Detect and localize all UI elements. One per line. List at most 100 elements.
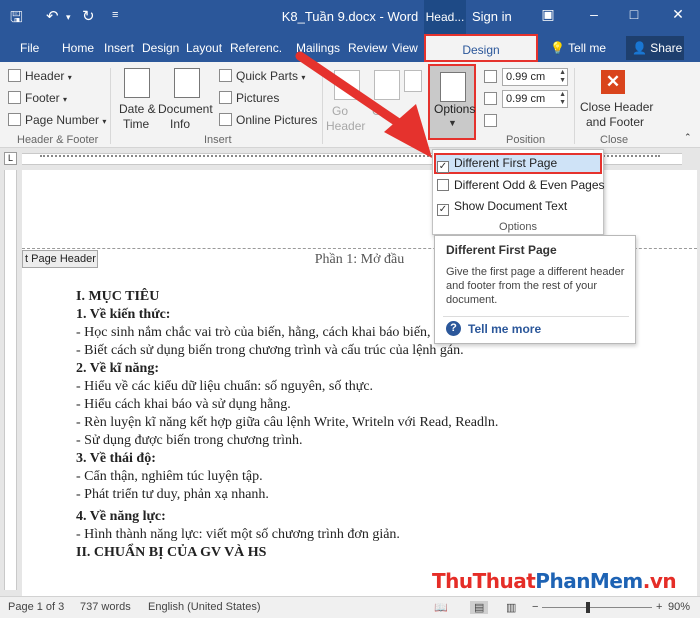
- language-indicator[interactable]: English (United States): [148, 601, 261, 613]
- pictures-button[interactable]: Pictures: [219, 91, 279, 105]
- group-divider: [574, 68, 575, 144]
- tab-home[interactable]: Home: [62, 41, 94, 55]
- footer-position-value: 0.99 cm: [506, 93, 546, 105]
- vertical-ruler[interactable]: [4, 170, 17, 590]
- document-line: - Hiểu cách khai báo và sử dụng hằng.: [76, 397, 291, 412]
- tab-mailings[interactable]: Mailings: [296, 41, 340, 55]
- different-odd-even-option[interactable]: Different Odd & Even Pages: [437, 178, 605, 192]
- footer-button[interactable]: Footer ▾: [8, 91, 67, 105]
- link-to-previous-icon[interactable]: [404, 70, 422, 92]
- options-button[interactable]: Options ▼: [428, 64, 476, 140]
- close-window-icon[interactable]: ✕: [668, 6, 688, 23]
- date-time-label-2: Time: [123, 117, 150, 131]
- help-icon[interactable]: ?: [446, 321, 461, 336]
- chevron-down-icon: ▾: [63, 95, 68, 104]
- options-group-label: Options: [499, 221, 537, 233]
- option-label: Show Document Text: [454, 199, 568, 213]
- share-label: Share: [650, 41, 683, 55]
- spinner-arrows-icon[interactable]: ▲ ▼: [559, 69, 566, 85]
- group-label-close: Close: [600, 134, 629, 146]
- tab-view[interactable]: View: [392, 41, 418, 55]
- document-line: 3. Về thái độ:: [76, 451, 156, 466]
- zoom-slider[interactable]: [542, 607, 652, 608]
- customize-toolbar-icon[interactable]: ≡: [112, 9, 118, 21]
- tab-design[interactable]: Design: [142, 41, 179, 55]
- document-line: - Rèn luyện kĩ năng kết hợp giữa câu lện…: [76, 415, 499, 430]
- ribbon-display-icon[interactable]: ▣: [538, 6, 558, 23]
- page-number-label: Page Number: [25, 113, 100, 127]
- group-label-insert: Insert: [204, 134, 232, 146]
- redo-icon[interactable]: ↻: [82, 7, 95, 25]
- tab-insert[interactable]: Insert: [104, 41, 134, 55]
- checkbox-icon[interactable]: ✓: [437, 204, 449, 216]
- document-info-label-1: Document: [158, 102, 213, 116]
- undo-dropdown-icon[interactable]: ▾: [66, 12, 71, 23]
- zoom-slider-thumb[interactable]: [586, 602, 590, 613]
- page-count[interactable]: Page 1 of 3: [8, 601, 64, 613]
- document-info-label-2: Info: [170, 117, 191, 131]
- go-to-label-2: Header: [326, 119, 366, 133]
- option-label: Different Odd & Even Pages: [454, 178, 605, 192]
- tab-header-footer-design[interactable]: Design: [424, 34, 538, 62]
- tab-layout[interactable]: Layout: [186, 41, 222, 55]
- online-pictures-label: Online Pictures: [236, 113, 318, 127]
- zoom-out-icon[interactable]: −: [532, 601, 538, 613]
- web-layout-icon[interactable]: ▥: [506, 601, 516, 614]
- header-icon: [8, 69, 21, 82]
- undo-icon[interactable]: ↶: [46, 7, 59, 25]
- checkbox-icon[interactable]: ✓: [437, 161, 449, 173]
- maximize-icon[interactable]: □: [624, 6, 644, 22]
- save-icon[interactable]: 🖫: [10, 7, 23, 32]
- group-divider: [110, 68, 111, 144]
- page-number-button[interactable]: Page Number ▾: [8, 113, 106, 127]
- online-pictures-button[interactable]: Online Pictures: [219, 113, 317, 127]
- go-to-footer-icon: [374, 70, 400, 100]
- quick-parts-button[interactable]: Quick Parts ▾: [219, 69, 305, 83]
- document-line: 4. Về năng lực:: [76, 509, 166, 524]
- chevron-down-icon: ▾: [102, 117, 107, 126]
- show-document-text-option[interactable]: ✓ Show Document Text: [437, 199, 567, 216]
- footer-position-input[interactable]: 0.99 cm ▲ ▼: [502, 90, 568, 108]
- print-layout-icon[interactable]: ▤: [470, 601, 489, 614]
- go-to-footer-button[interactable]: G: [370, 66, 400, 132]
- tab-review[interactable]: Review: [348, 41, 387, 55]
- document-info-button[interactable]: Document Info: [158, 66, 214, 132]
- tab-references[interactable]: Referenc...: [230, 41, 282, 55]
- quick-parts-label: Quick Parts: [236, 69, 299, 83]
- header-footer-tools-tab[interactable]: Head...: [424, 0, 466, 34]
- header-label: Header: [25, 69, 65, 83]
- insert-alignment-tab-icon[interactable]: [484, 114, 497, 127]
- go-to-label-3: G: [372, 104, 382, 118]
- pictures-icon: [219, 91, 232, 104]
- group-divider: [322, 68, 323, 144]
- zoom-level[interactable]: 90%: [668, 601, 690, 613]
- close-header-footer-button[interactable]: ✕ Close Header and Footer: [578, 64, 654, 132]
- share-button[interactable]: 👤 Share: [626, 36, 684, 60]
- zoom-in-icon[interactable]: +: [656, 601, 662, 613]
- different-first-page-option[interactable]: ✓ Different First Page: [437, 156, 557, 173]
- header-position-value: 0.99 cm: [506, 71, 546, 83]
- sign-in-link[interactable]: Sign in: [472, 9, 512, 24]
- close-header-label-1: Close Header: [580, 100, 654, 114]
- word-count[interactable]: 737 words: [80, 601, 131, 613]
- tab-selector-icon[interactable]: L: [4, 152, 17, 165]
- calendar-icon: [124, 68, 150, 98]
- tell-me-box[interactable]: 💡 Tell me: [550, 41, 606, 55]
- date-time-button[interactable]: Date & Time: [116, 66, 158, 132]
- tooltip-divider: [443, 316, 629, 317]
- tell-me-more-link[interactable]: Tell me more: [468, 322, 541, 336]
- options-label: Options: [434, 102, 476, 116]
- tab-file[interactable]: File: [20, 41, 39, 55]
- tooltip-description: Give the first page a different header a…: [446, 266, 625, 306]
- header-position-input[interactable]: 0.99 cm ▲ ▼: [502, 68, 568, 86]
- spinner-arrows-icon[interactable]: ▲ ▼: [559, 91, 566, 107]
- document-line: - Sử dụng được biến trong chương trình.: [76, 433, 303, 448]
- site-watermark: ThuThuatPhanMem.vn: [432, 569, 694, 597]
- minimize-icon[interactable]: –: [584, 6, 604, 22]
- header-button[interactable]: Header ▾: [8, 69, 72, 83]
- collapse-ribbon-icon[interactable]: ⌃: [684, 132, 692, 143]
- read-mode-icon[interactable]: 📖: [434, 601, 448, 614]
- go-to-header-button[interactable]: Go Header: [326, 66, 366, 133]
- checkbox-icon[interactable]: [437, 179, 449, 191]
- group-label-header-footer: Header & Footer: [17, 134, 99, 146]
